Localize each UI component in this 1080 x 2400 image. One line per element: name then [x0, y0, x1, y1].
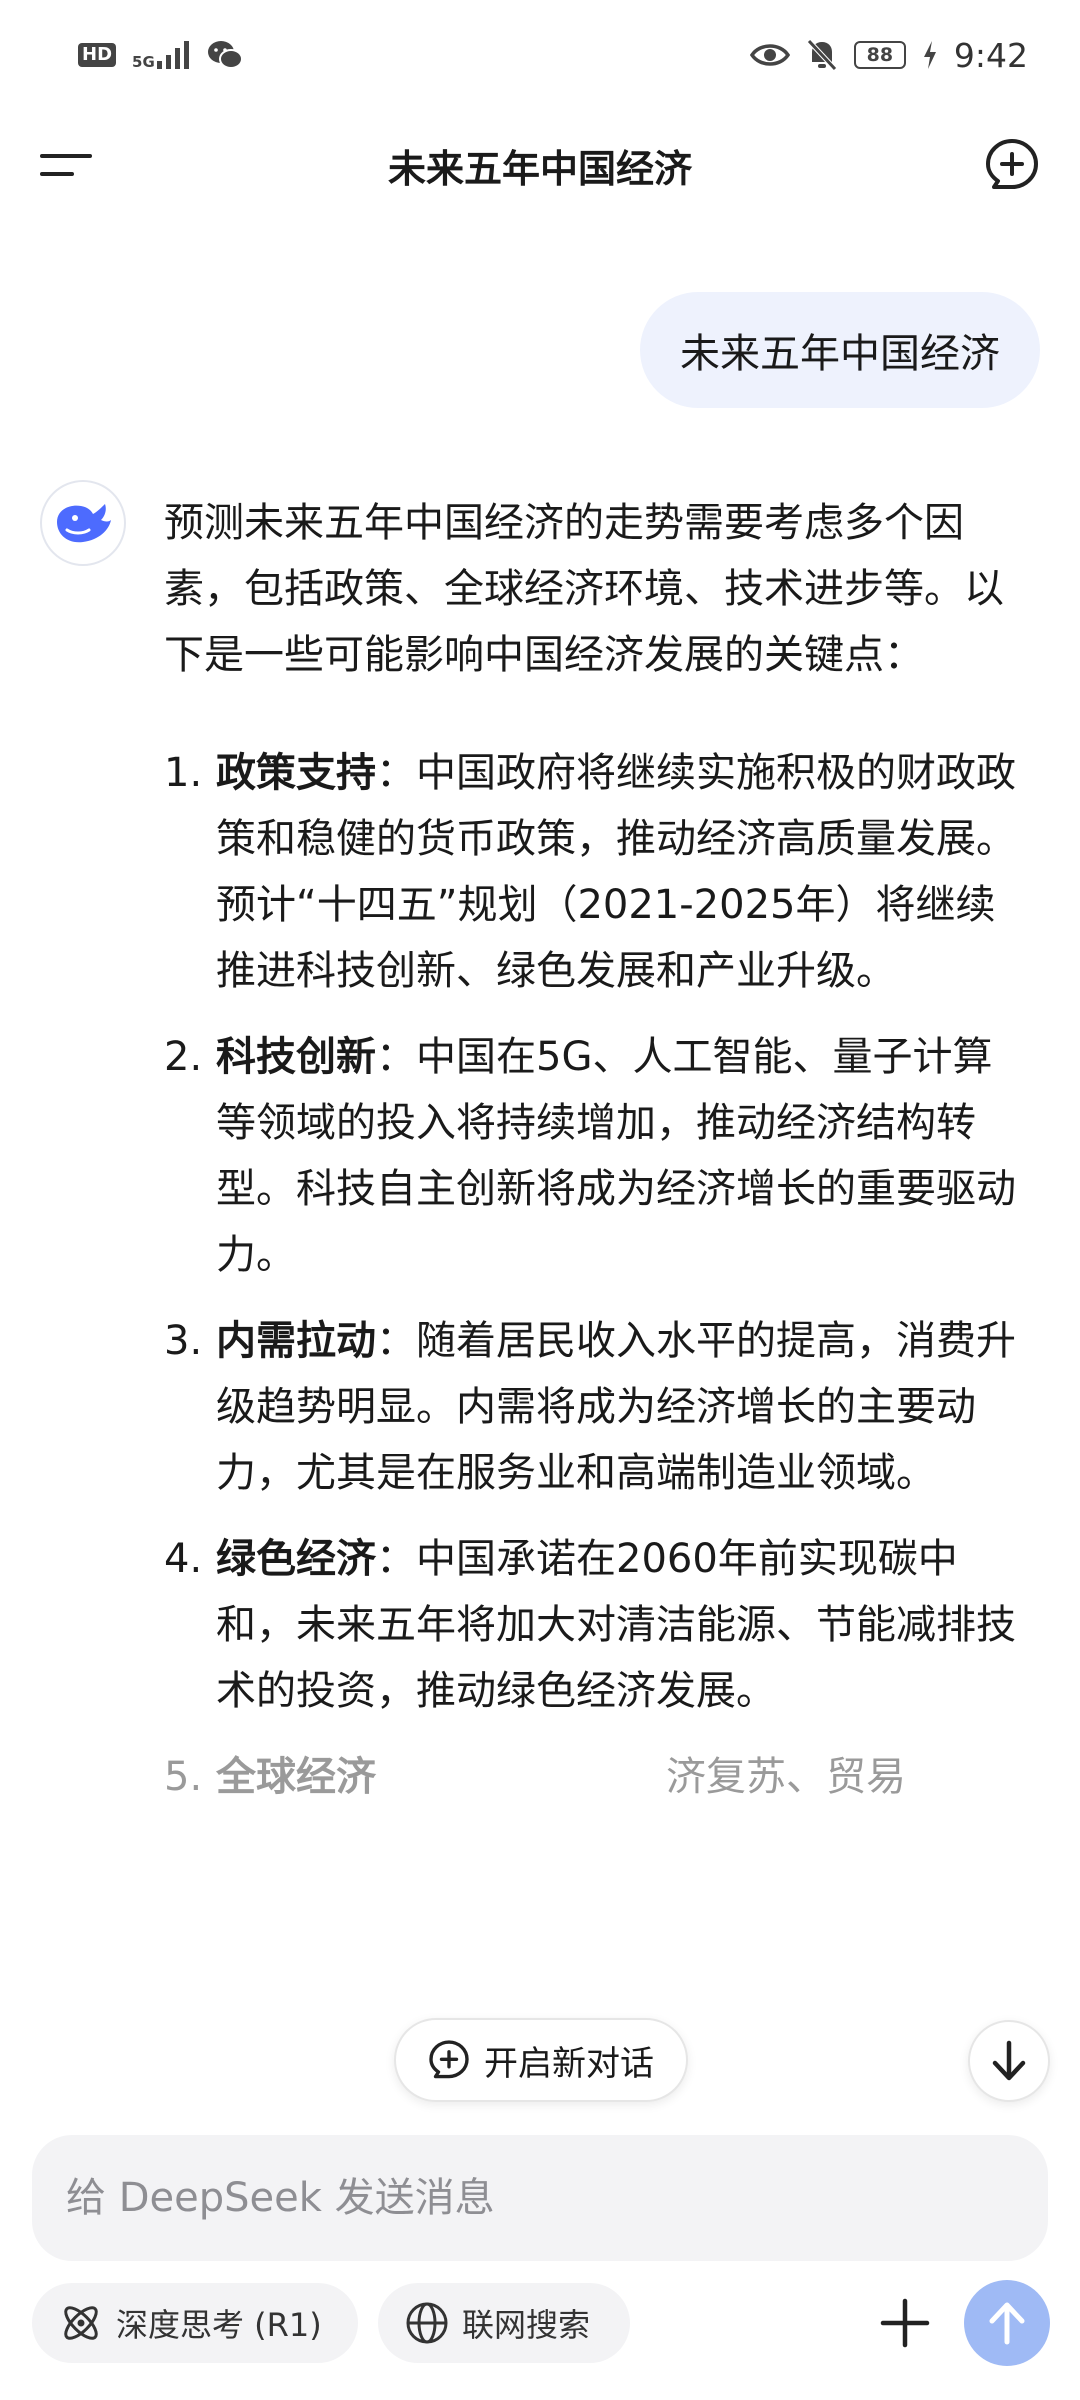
status-left: HD 5G	[78, 40, 243, 70]
signal-bars-icon	[156, 41, 189, 69]
list-number: 2.	[164, 1034, 203, 1080]
page-title: 未来五年中国经济	[387, 146, 692, 191]
deep-think-label: 深度思考 (R1)	[116, 2306, 322, 2344]
scroll-to-bottom-button[interactable]	[968, 2020, 1050, 2102]
eye-icon	[749, 44, 790, 66]
chat-screen: HD 5G 88 9:42 未来五年中国经济 未来五年中国经济 预测未来五年中国…	[0, 0, 1080, 2400]
user-message-bubble[interactable]: 未来五年中国经济	[640, 292, 1040, 408]
arrow-up-icon	[989, 2302, 1025, 2345]
list-number: 3.	[164, 1318, 203, 1364]
list-item: 2. 科技创新：中国在5G、人工智能、量子计算等领域的投入将持续增加，推动经济结构…	[164, 1024, 1024, 1288]
arrow-down-icon	[992, 2040, 1026, 2081]
point-sep: ：	[376, 1318, 416, 1364]
list-number: 4.	[164, 1536, 203, 1582]
point-title: 政策支持	[216, 750, 376, 796]
globe-icon	[406, 2302, 448, 2344]
plus-icon[interactable]	[872, 2290, 938, 2356]
point-title: 全球经济	[216, 1754, 376, 1800]
point-text: 济复苏、贸易	[666, 1754, 906, 1800]
point-title: 绿色经济	[216, 1536, 376, 1582]
answer-list: 1. 政策支持：中国政府将继续实施积极的财政政策和稳健的货币政策，推动经济高质量发…	[164, 740, 1024, 1810]
app-header: 未来五年中国经济	[0, 110, 1080, 220]
network-label: 5G	[132, 53, 155, 71]
5g-signal-icon: 5G	[132, 41, 191, 71]
list-number: 1.	[164, 750, 203, 796]
message-input[interactable]	[32, 2135, 1048, 2261]
point-sep: ：	[376, 750, 416, 796]
atom-icon	[64, 2306, 98, 2340]
send-button[interactable]	[964, 2280, 1050, 2366]
point-title: 科技创新	[216, 1034, 376, 1080]
chat-plus-icon[interactable]	[984, 137, 1040, 193]
status-time: 9:42	[953, 35, 1028, 75]
list-item: 4. 绿色经济：中国承诺在2060年前实现碳中和，未来五年将加大对清洁能源、节能减…	[164, 1526, 1024, 1724]
charging-icon	[923, 41, 936, 69]
status-bar: HD 5G 88 9:42	[0, 0, 1080, 110]
battery-icon: 88	[853, 41, 906, 69]
answer-intro: 预测未来五年中国经济的走势需要考虑多个因素，包括政策、全球经济环境、技术进步等。…	[164, 500, 1004, 678]
hd-icon: HD	[78, 43, 117, 67]
point-sep: ：	[376, 1536, 416, 1582]
list-item: 1. 政策支持：中国政府将继续实施积极的财政政策和稳健的货币政策，推动经济高质量发…	[164, 740, 1024, 1004]
wechat-icon	[207, 41, 243, 69]
list-number: 5.	[164, 1754, 203, 1800]
assistant-message: 预测未来五年中国经济的走势需要考虑多个因素，包括政策、全球经济环境、技术进步等。…	[164, 490, 1024, 1830]
bell-off-icon	[807, 39, 837, 71]
new-chat-label: 开启新对话	[484, 2043, 654, 2084]
menu-icon[interactable]	[40, 145, 100, 185]
chat-plus-icon	[429, 2040, 469, 2079]
new-chat-button[interactable]: 开启新对话	[394, 2018, 688, 2102]
list-item: 3. 内需拉动：随着居民收入水平的提高，消费升级趋势明显。内需将成为经济增长的主要…	[164, 1308, 1024, 1506]
assistant-avatar	[40, 480, 126, 566]
list-item: 5. 全球经济 济复苏、贸易	[164, 1744, 1024, 1810]
plus-glyph	[880, 2298, 930, 2348]
web-search-label: 联网搜索	[462, 2306, 591, 2344]
point-sep: ：	[376, 1034, 416, 1080]
point-title: 内需拉动	[216, 1318, 376, 1364]
deepseek-whale-icon	[57, 504, 111, 543]
deep-think-button[interactable]: 深度思考 (R1)	[32, 2283, 358, 2363]
web-search-button[interactable]: 联网搜索	[378, 2283, 630, 2363]
status-right: 88 9:42	[749, 35, 1028, 75]
